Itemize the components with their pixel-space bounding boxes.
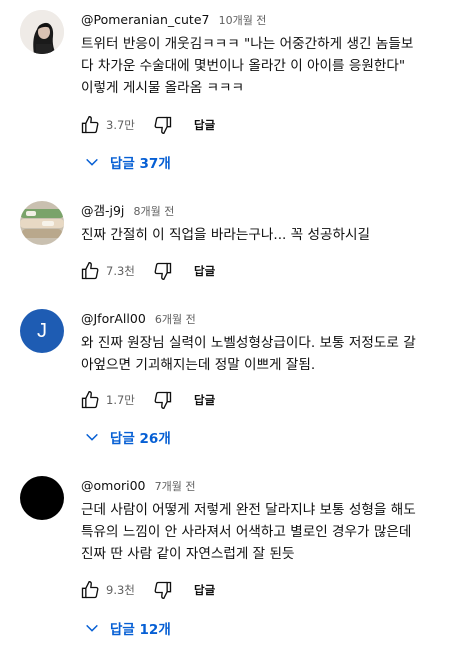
comment-actions: 7.3천 답글 (79, 259, 215, 283)
comment-text-line: 아엎으면 기괴해지는데 정말 이쁘게 잘됨. (81, 357, 316, 373)
avatar[interactable] (20, 476, 64, 520)
comment-body: @갬-j9j 8개월 전 진짜 간절히 이 직업을 바라는구나... 꼭 성공하… (81, 201, 465, 246)
reply-button[interactable]: 답글 (194, 582, 215, 598)
comment-body: @Pomeranian_cute7 10개월 전 트위터 반응이 개웃김ㅋㅋㅋ … (81, 10, 465, 99)
comment-body: @JforAll00 6개월 전 와 진짜 원장님 실력이 노벨성형상급이다. … (81, 309, 465, 376)
comment-text: 트위터 반응이 개웃김ㅋㅋㅋ "나는 어중간하게 생긴 놈들보 다 차가운 수술… (81, 33, 465, 99)
comment-text: 근데 사람이 어떻게 저렇게 완전 달라지냐 보통 성형을 해도 특유의 느낌이… (81, 499, 465, 565)
comment-author[interactable]: @Pomeranian_cute7 (81, 12, 209, 27)
comment-text-line: 이렇게 게시물 올라옴 ㅋㅋㅋ (81, 80, 245, 96)
like-icon[interactable] (79, 389, 101, 411)
avatar[interactable] (20, 201, 64, 245)
avatar-photo-icon (20, 10, 64, 54)
comment-text: 와 진짜 원장님 실력이 노벨성형상급이다. 보통 저정도로 갈 아엎으면 기괴… (81, 332, 465, 376)
dislike-icon[interactable] (152, 114, 174, 136)
dislike-icon[interactable] (152, 579, 174, 601)
avatar[interactable] (20, 10, 64, 54)
reply-button[interactable]: 답글 (194, 117, 215, 133)
replies-label: 답글 12개 (110, 622, 171, 638)
avatar[interactable]: J (20, 309, 64, 353)
comment-time[interactable]: 8개월 전 (134, 205, 175, 218)
comment-text-line: 트위터 반응이 개웃김ㅋㅋㅋ "나는 어중간하게 생긴 놈들보 (81, 36, 414, 52)
comment-text-line: 특유의 느낌이 안 사라져서 어색하고 별로인 경우가 많은데 (81, 524, 412, 540)
like-icon[interactable] (79, 114, 101, 136)
comment-author[interactable]: @갬-j9j (81, 203, 124, 218)
chevron-down-icon (86, 624, 98, 632)
like-count: 3.7만 (106, 118, 135, 132)
dislike-icon[interactable] (152, 260, 174, 282)
view-replies-button[interactable]: 답글 12개 (84, 616, 171, 640)
comment-time[interactable]: 10개월 전 (219, 14, 267, 27)
reply-button[interactable]: 답글 (194, 392, 215, 408)
comment-text-line: 진짜 간절히 이 직업을 바라는구나... 꼭 성공하시길 (81, 227, 371, 243)
comment-text-line: 근데 사람이 어떻게 저렇게 완전 달라지냐 보통 성형을 해도 (81, 502, 416, 518)
like-icon[interactable] (79, 260, 101, 282)
comment-text-line: 진짜 딴 사람 같이 자연스럽게 잘 된듯 (81, 546, 295, 562)
like-icon[interactable] (79, 579, 101, 601)
chevron-down-icon (86, 158, 98, 166)
comment-time[interactable]: 6개월 전 (155, 313, 196, 326)
comment-actions: 3.7만 답글 (79, 113, 215, 137)
comment-time[interactable]: 7개월 전 (155, 480, 196, 493)
comment-author[interactable]: @JforAll00 (81, 311, 146, 326)
avatar-photo-icon (20, 201, 64, 245)
comment-body: @omori00 7개월 전 근데 사람이 어떻게 저렇게 완전 달라지냐 보통… (81, 476, 465, 565)
comment-author[interactable]: @omori00 (81, 478, 146, 493)
view-replies-button[interactable]: 답글 37개 (84, 150, 171, 174)
comment-actions: 9.3천 답글 (79, 578, 215, 602)
view-replies-button[interactable]: 답글 26개 (84, 425, 171, 449)
like-count: 1.7만 (106, 393, 135, 407)
comment-text: 진짜 간절히 이 직업을 바라는구나... 꼭 성공하시길 (81, 224, 465, 246)
like-count: 9.3천 (106, 583, 135, 597)
like-count: 7.3천 (106, 264, 135, 278)
avatar-letter: J (37, 319, 47, 342)
comment-text-line: 다 차가운 수술대에 몇번이나 올라간 이 아이를 응원한다" (81, 58, 406, 74)
chevron-down-icon (86, 433, 98, 441)
replies-label: 답글 37개 (110, 156, 171, 172)
reply-button[interactable]: 답글 (194, 263, 215, 279)
comment-text-line: 와 진짜 원장님 실력이 노벨성형상급이다. 보통 저정도로 갈 (81, 335, 416, 351)
dislike-icon[interactable] (152, 389, 174, 411)
replies-label: 답글 26개 (110, 431, 171, 447)
comment-actions: 1.7만 답글 (79, 388, 215, 412)
